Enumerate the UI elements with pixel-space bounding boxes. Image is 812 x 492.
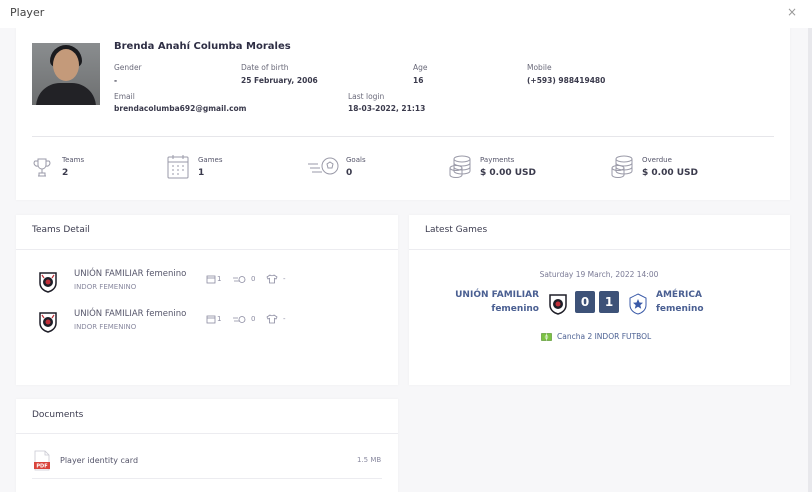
team-goals-count: 0 (251, 315, 256, 323)
documents-title: Documents (32, 410, 84, 420)
team-games-count: 1 (217, 315, 222, 323)
away-team-logo (629, 293, 647, 315)
team-category: INDOR FEMENINO (74, 323, 137, 331)
modal-body[interactable]: Brenda Anahí Columba Morales Gender - Da… (0, 28, 812, 492)
email-value: brendacolumba692@gmail.com (114, 104, 247, 113)
last-login-value: 18-03-2022, 21:13 (348, 104, 426, 113)
goals-icon (233, 276, 246, 283)
scrollbar[interactable] (808, 28, 812, 492)
avatar (32, 43, 100, 105)
ball-icon (308, 157, 339, 175)
documents-card: Documents PDF Player identity card 1.5 M… (16, 399, 398, 492)
home-score: 0 (575, 291, 595, 313)
coins-icon (449, 155, 471, 179)
modal-header: Player × (0, 0, 812, 28)
team-category: INDOR FEMENINO (74, 283, 137, 291)
dob-value: 25 February, 2006 (241, 76, 318, 85)
teams-detail-card: Teams Detail UNIÓN FAMILIAR femenino IND… (16, 215, 398, 385)
stat-payments-label: Payments (480, 156, 515, 164)
team-name: UNIÓN FAMILIAR femenino (74, 309, 187, 319)
pdf-icon: PDF (34, 450, 50, 471)
games-icon (206, 315, 216, 324)
age-label: Age (413, 63, 428, 72)
stat-teams-value: 2 (62, 168, 69, 178)
modal-title: Player (10, 6, 45, 19)
gender-value: - (114, 76, 118, 85)
coins-icon (611, 155, 633, 179)
team-number: - (283, 275, 286, 283)
home-team-logo (549, 294, 567, 315)
trophy-icon (33, 158, 51, 177)
gender-label: Gender (114, 63, 142, 72)
away-score: 1 (599, 291, 619, 313)
divider (32, 136, 774, 137)
venue-name: Cancha 2 INDOR FUTBOL (557, 332, 652, 341)
email-label: Email (114, 92, 135, 101)
stat-payments-value: $ 0.00 USD (480, 168, 536, 178)
latest-games-card: Latest Games Saturday 19 March, 2022 14:… (409, 215, 790, 385)
profile-card: Brenda Anahí Columba Morales Gender - Da… (16, 28, 790, 200)
team-goals-count: 0 (251, 275, 256, 283)
home-team-name: UNIÓN FAMILIAR femenino (455, 290, 539, 314)
last-login-label: Last login (348, 92, 385, 101)
team-name: UNIÓN FAMILIAR femenino (74, 269, 187, 279)
player-name: Brenda Anahí Columba Morales (114, 41, 291, 52)
goals-icon (233, 316, 246, 323)
away-team-name: AMÉRICA femenino (656, 290, 704, 314)
team-logo (39, 312, 57, 333)
pdf-badge: PDF (36, 464, 47, 470)
shirt-icon (266, 274, 278, 284)
team-logo (39, 272, 57, 293)
document-size: 1.5 MB (357, 456, 382, 464)
dob-label: Date of birth (241, 63, 289, 72)
stat-games-value: 1 (198, 168, 205, 178)
stat-goals-value: 0 (346, 168, 353, 178)
stat-goals-label: Goals (346, 156, 366, 164)
team-games-count: 1 (217, 275, 222, 283)
shirt-icon (266, 314, 278, 324)
games-icon (206, 275, 216, 284)
teams-detail-title: Teams Detail (32, 225, 90, 235)
close-icon[interactable]: × (787, 5, 797, 19)
age-value: 16 (413, 76, 424, 85)
stat-games-label: Games (198, 156, 223, 164)
stat-teams-label: Teams (62, 156, 85, 164)
calendar-icon (167, 155, 189, 179)
document-name: Player identity card (60, 456, 139, 465)
stat-overdue-label: Overdue (642, 156, 672, 164)
mobile-label: Mobile (527, 63, 552, 72)
stat-overdue-value: $ 0.00 USD (642, 168, 698, 178)
mobile-value: (+593) 988419480 (527, 76, 606, 85)
team-number: - (283, 315, 286, 323)
field-icon (541, 333, 552, 341)
latest-games-title: Latest Games (425, 225, 488, 235)
game-date: Saturday 19 March, 2022 14:00 (539, 270, 659, 279)
